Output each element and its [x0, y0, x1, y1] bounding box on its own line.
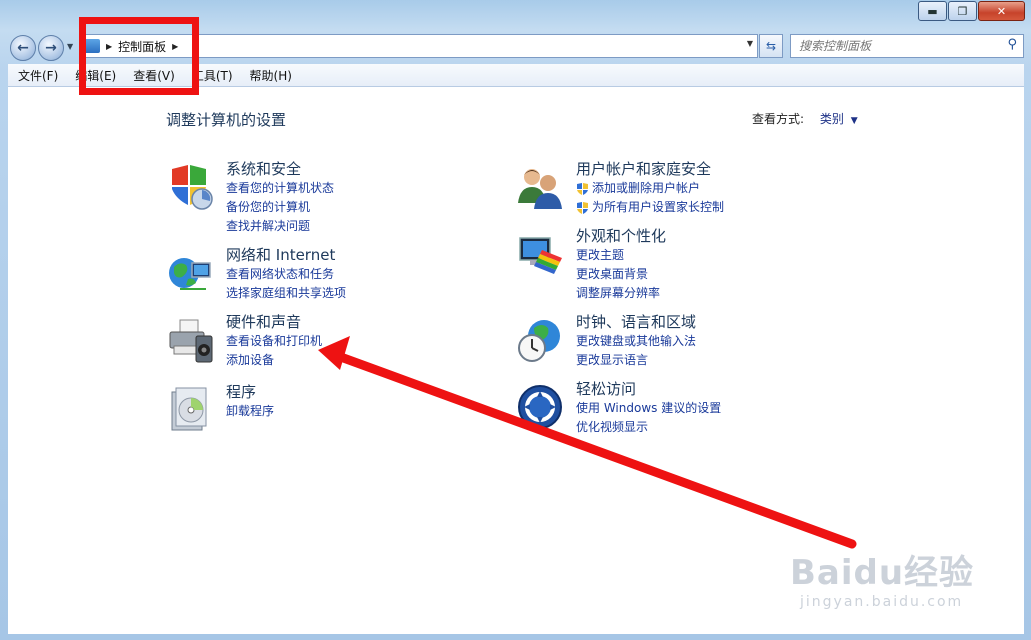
watermark-brand: Baidu经验 [790, 553, 975, 593]
baidu-watermark: Baidu经验 jingyan.baidu.com [790, 545, 974, 610]
watermark-url: jingyan.baidu.com [800, 594, 964, 610]
annotation-arrow [318, 336, 857, 549]
